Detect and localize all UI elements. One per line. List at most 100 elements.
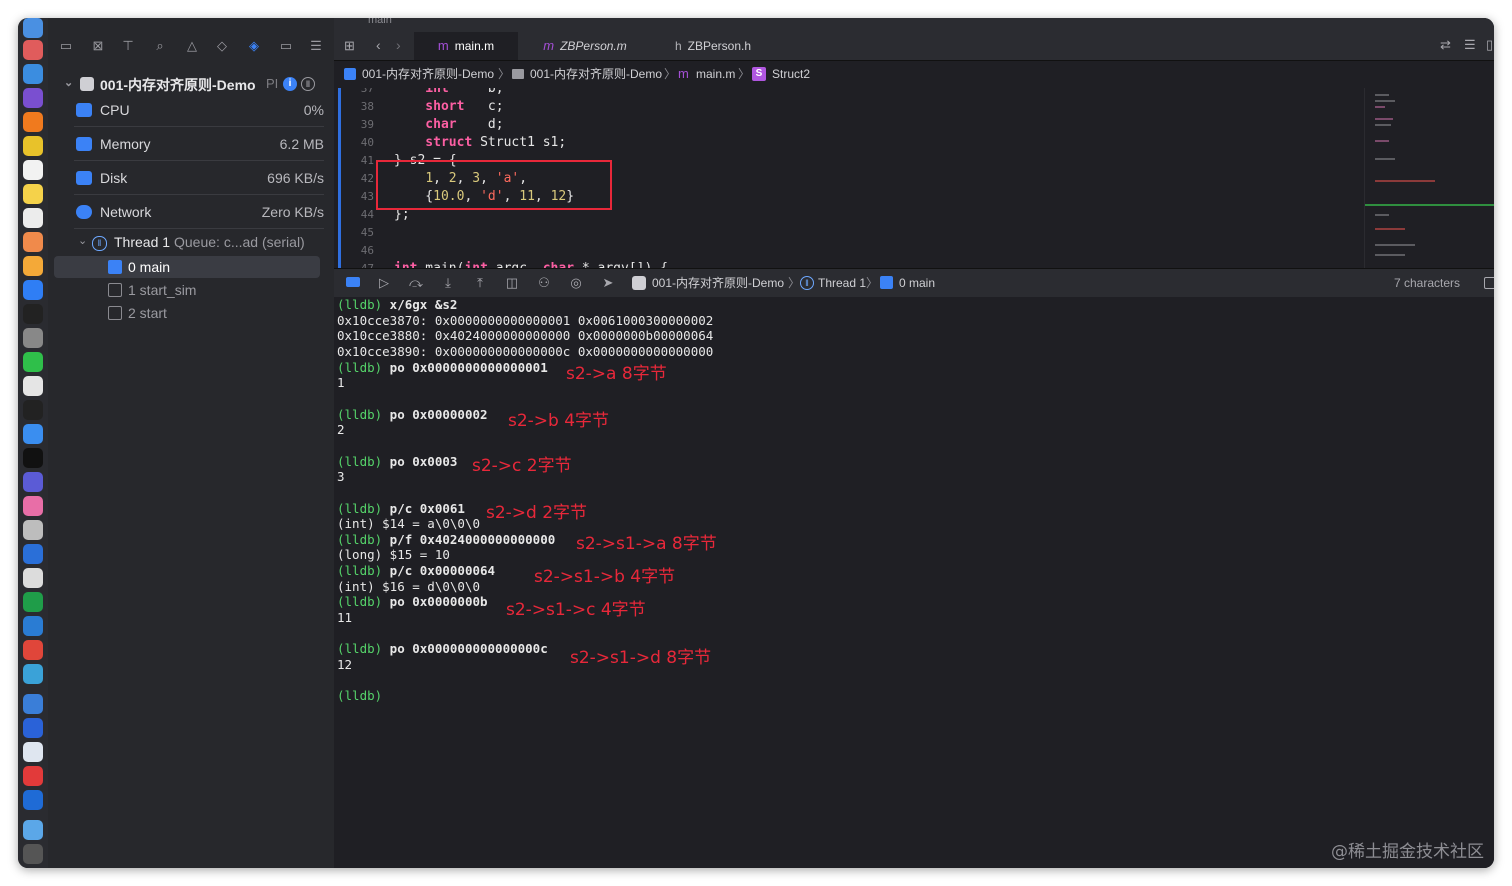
stack-frame-row[interactable]: 2 start xyxy=(54,302,320,324)
maps-icon[interactable] xyxy=(23,544,43,564)
process-row[interactable]: ⌄ 001-内存对齐原则-Demo PI i ǁ xyxy=(64,74,334,96)
app-icon-gray[interactable] xyxy=(23,520,43,540)
hierarchy-icon[interactable]: ⊤ xyxy=(120,38,136,54)
terminal-icon[interactable] xyxy=(23,304,43,324)
qq-icon[interactable] xyxy=(23,400,43,420)
resource-memory[interactable]: Memory 6.2 MB xyxy=(74,130,324,161)
vscode-icon[interactable] xyxy=(23,616,43,636)
hide-debug-area-icon[interactable] xyxy=(346,277,360,287)
line-content: struct Struct1 s1; xyxy=(394,134,566,152)
step-into-icon[interactable]: ⤓ xyxy=(440,275,456,291)
notes-icon[interactable] xyxy=(23,184,43,204)
chrome-icon[interactable] xyxy=(23,136,43,156)
wechat-icon[interactable] xyxy=(23,352,43,372)
sketch-icon[interactable] xyxy=(23,256,43,276)
warning-icon[interactable]: △ xyxy=(184,38,200,54)
settings-icon[interactable] xyxy=(23,328,43,348)
minimap[interactable] xyxy=(1364,88,1494,268)
source-control-icon[interactable]: ⊠ xyxy=(90,38,106,54)
trash-icon[interactable] xyxy=(23,844,43,864)
search-icon[interactable]: ⌕ xyxy=(152,38,168,54)
resource-disk[interactable]: Disk 696 KB/s xyxy=(74,164,324,195)
safari-icon[interactable] xyxy=(23,64,43,84)
disclosure-down-icon[interactable]: ⌄ xyxy=(78,234,87,247)
split-icon[interactable]: ▯ xyxy=(1486,37,1493,53)
code-line[interactable]: 39 char d; xyxy=(334,116,1364,134)
code-line[interactable]: 38 short c; xyxy=(334,98,1364,116)
disclosure-down-icon[interactable]: ⌄ xyxy=(64,76,73,89)
breadcrumb-file[interactable]: main.m xyxy=(696,61,735,87)
code-line[interactable]: 46 xyxy=(334,242,1364,260)
stack-frame-row[interactable]: 0 main xyxy=(54,256,320,278)
photos-icon[interactable] xyxy=(23,232,43,252)
stack-frame-row[interactable]: 1 start_sim xyxy=(54,279,320,301)
appstore-icon[interactable] xyxy=(23,280,43,300)
code-line[interactable]: 47 int main(int argc, char * argv[]) { xyxy=(334,260,1364,268)
step-out-icon[interactable]: ⤒ xyxy=(472,275,488,291)
wps-icon[interactable] xyxy=(23,766,43,786)
folder-icon[interactable] xyxy=(23,820,43,840)
location-icon[interactable]: ➤ xyxy=(600,275,616,291)
tab-zbperson-h[interactable]: h ZBPerson.h xyxy=(652,32,774,60)
back-icon[interactable]: ‹ xyxy=(376,37,381,53)
app-icon-blue[interactable] xyxy=(23,472,43,492)
app-icon-cyan[interactable] xyxy=(23,694,43,714)
app-icon-shield[interactable] xyxy=(23,718,43,738)
breadcrumb-project[interactable]: 001-内存对齐原则-Demo xyxy=(362,61,494,87)
tab-main-m[interactable]: m main.m xyxy=(414,32,518,60)
app-icon-light[interactable] xyxy=(23,742,43,762)
step-over-icon[interactable]: ⤼ xyxy=(408,275,424,291)
test-icon[interactable]: ◇ xyxy=(214,38,230,54)
grid-icon[interactable]: ⊞ xyxy=(344,38,355,54)
code-token: argc, xyxy=(488,261,543,268)
debug-breadcrumb-frame[interactable]: 0 main xyxy=(899,269,935,297)
resource-cpu[interactable]: CPU 0% xyxy=(74,96,324,127)
app-icon-red[interactable] xyxy=(23,640,43,660)
editor-area: main ⊞ ‹ › m main.m m ZBPerson.m h ZBPerson… xyxy=(334,18,1494,868)
code-token: int xyxy=(394,88,449,96)
info-icon[interactable]: i xyxy=(283,77,297,91)
app-icon-deepblue[interactable] xyxy=(23,790,43,810)
firefox-icon[interactable] xyxy=(23,112,43,132)
calendar-icon[interactable] xyxy=(23,160,43,180)
finder-icon[interactable] xyxy=(23,18,43,38)
app-icon-teal[interactable] xyxy=(23,664,43,684)
debug-icon[interactable]: ◈ xyxy=(246,38,262,54)
memory-graph-icon[interactable]: ⚇ xyxy=(536,275,552,291)
console-output: (long) $15 = 10 xyxy=(337,547,450,562)
app-icon-white[interactable] xyxy=(23,568,43,588)
code-line[interactable]: 40 struct Struct1 s1; xyxy=(334,134,1364,152)
breadcrumb-symbol[interactable]: Struct2 xyxy=(772,61,810,87)
code-line[interactable]: 37 int b; xyxy=(334,88,1364,98)
message-icon[interactable] xyxy=(23,376,43,396)
pause-icon[interactable]: ǁ xyxy=(301,77,315,91)
line-content: int b; xyxy=(394,88,503,98)
thread-row[interactable]: ⌄ ǁ Thread 1 Queue: c...ad (serial) xyxy=(78,234,338,254)
console-output: (int) $14 = a\0\0\0 xyxy=(337,516,480,531)
command-text: po 0x00000002 xyxy=(382,407,488,422)
continue-icon[interactable]: ▷ xyxy=(376,275,392,291)
breakpoint-icon[interactable]: ▭ xyxy=(278,38,294,54)
textedit-icon[interactable] xyxy=(23,208,43,228)
app-icon-purple[interactable] xyxy=(23,88,43,108)
app-icon-green[interactable] xyxy=(23,592,43,612)
debug-breadcrumb-project[interactable]: 001-内存对齐原则-Demo xyxy=(652,269,784,297)
breadcrumb-folder[interactable]: 001-内存对齐原则-Demo xyxy=(530,61,662,87)
console-toggle-icon[interactable] xyxy=(1484,277,1494,289)
code-line[interactable]: 45 xyxy=(334,224,1364,242)
environment-icon[interactable]: ◎ xyxy=(568,275,584,291)
app-icon-dark[interactable] xyxy=(23,448,43,468)
lldb-console[interactable]: (lldb) x/6gx &s2 0x10cce3870: 0x000000000… xyxy=(334,297,1494,868)
view-hierarchy-icon[interactable]: ◫ xyxy=(504,275,520,291)
folder-icon[interactable]: ▭ xyxy=(58,38,74,54)
xcode-icon[interactable] xyxy=(23,424,43,444)
debug-breadcrumb-thread[interactable]: Thread 1 xyxy=(818,269,866,297)
tab-zbperson-m[interactable]: m ZBPerson.m xyxy=(524,32,646,60)
report-icon[interactable]: ☰ xyxy=(308,38,324,54)
forward-icon[interactable]: › xyxy=(396,37,401,53)
launchpad-icon[interactable] xyxy=(23,40,43,60)
app-icon-pink[interactable] xyxy=(23,496,43,516)
inspector-icon[interactable]: ☰ xyxy=(1464,37,1476,53)
resource-network[interactable]: Network Zero KB/s xyxy=(74,198,324,229)
swap-icon[interactable]: ⇄ xyxy=(1440,37,1451,53)
